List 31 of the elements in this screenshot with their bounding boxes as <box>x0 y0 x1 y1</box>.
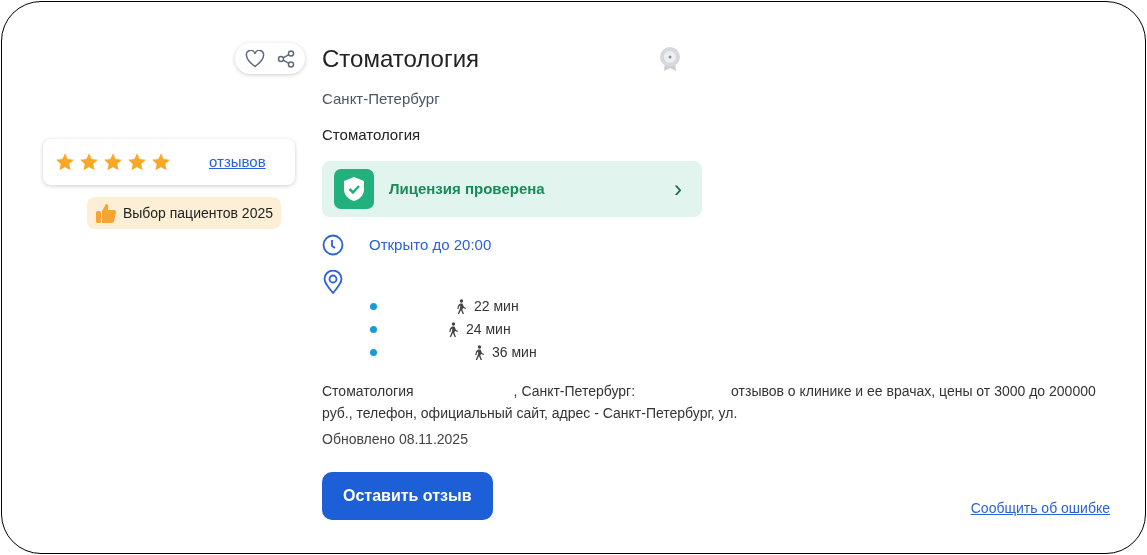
license-text: Лицензия проверена <box>389 178 545 199</box>
walking-person-icon <box>473 345 485 360</box>
report-error-link[interactable]: Сообщить об ошибке <box>970 497 1110 519</box>
star-icon <box>103 152 123 172</box>
walking-time-text: 36 мин <box>492 343 537 362</box>
location-pin-icon <box>322 269 344 294</box>
updated-date-text: Обновлено 08.11.2025 <box>322 429 468 449</box>
walking-time-text: 24 мин <box>466 320 511 339</box>
reviews-link[interactable]: отзывов <box>209 150 266 174</box>
clinic-title: Стоматология <box>322 44 480 74</box>
category-text: Стоматология <box>322 124 421 145</box>
clock-icon <box>322 234 344 257</box>
city-text: Санкт-Петербург <box>322 89 440 109</box>
chevron-icon: › <box>674 177 682 201</box>
description-text: Стоматология , Санкт-Петербург: отзывов о клинике и ее врачах, цены от 3000 до 200000 руб., телефон, официальный сайт, адрес - Санкт-Петербург, ул. <box>322 381 1097 423</box>
shield-check-icon <box>334 169 374 209</box>
award-medal-icon <box>659 46 682 72</box>
walking-person-icon <box>455 299 467 314</box>
star-icon <box>127 152 147 172</box>
license-banner[interactable]: Лицензия проверена › <box>322 161 702 217</box>
leave-review-button[interactable]: Оставить отзыв <box>322 471 493 520</box>
thumbs-up-icon <box>94 202 117 224</box>
star-icon <box>151 152 171 172</box>
walking-person-icon <box>447 322 459 337</box>
opening-hours-text: Открыто до 20:00 <box>369 235 492 255</box>
heart-icon[interactable] <box>245 49 265 68</box>
star-icon <box>79 152 99 172</box>
star-icon <box>55 152 75 172</box>
share-icon[interactable] <box>277 49 295 68</box>
walking-time-text: 22 мин <box>474 297 519 316</box>
patients-choice-badge: Выбор пациентов 2025 <box>86 197 281 229</box>
